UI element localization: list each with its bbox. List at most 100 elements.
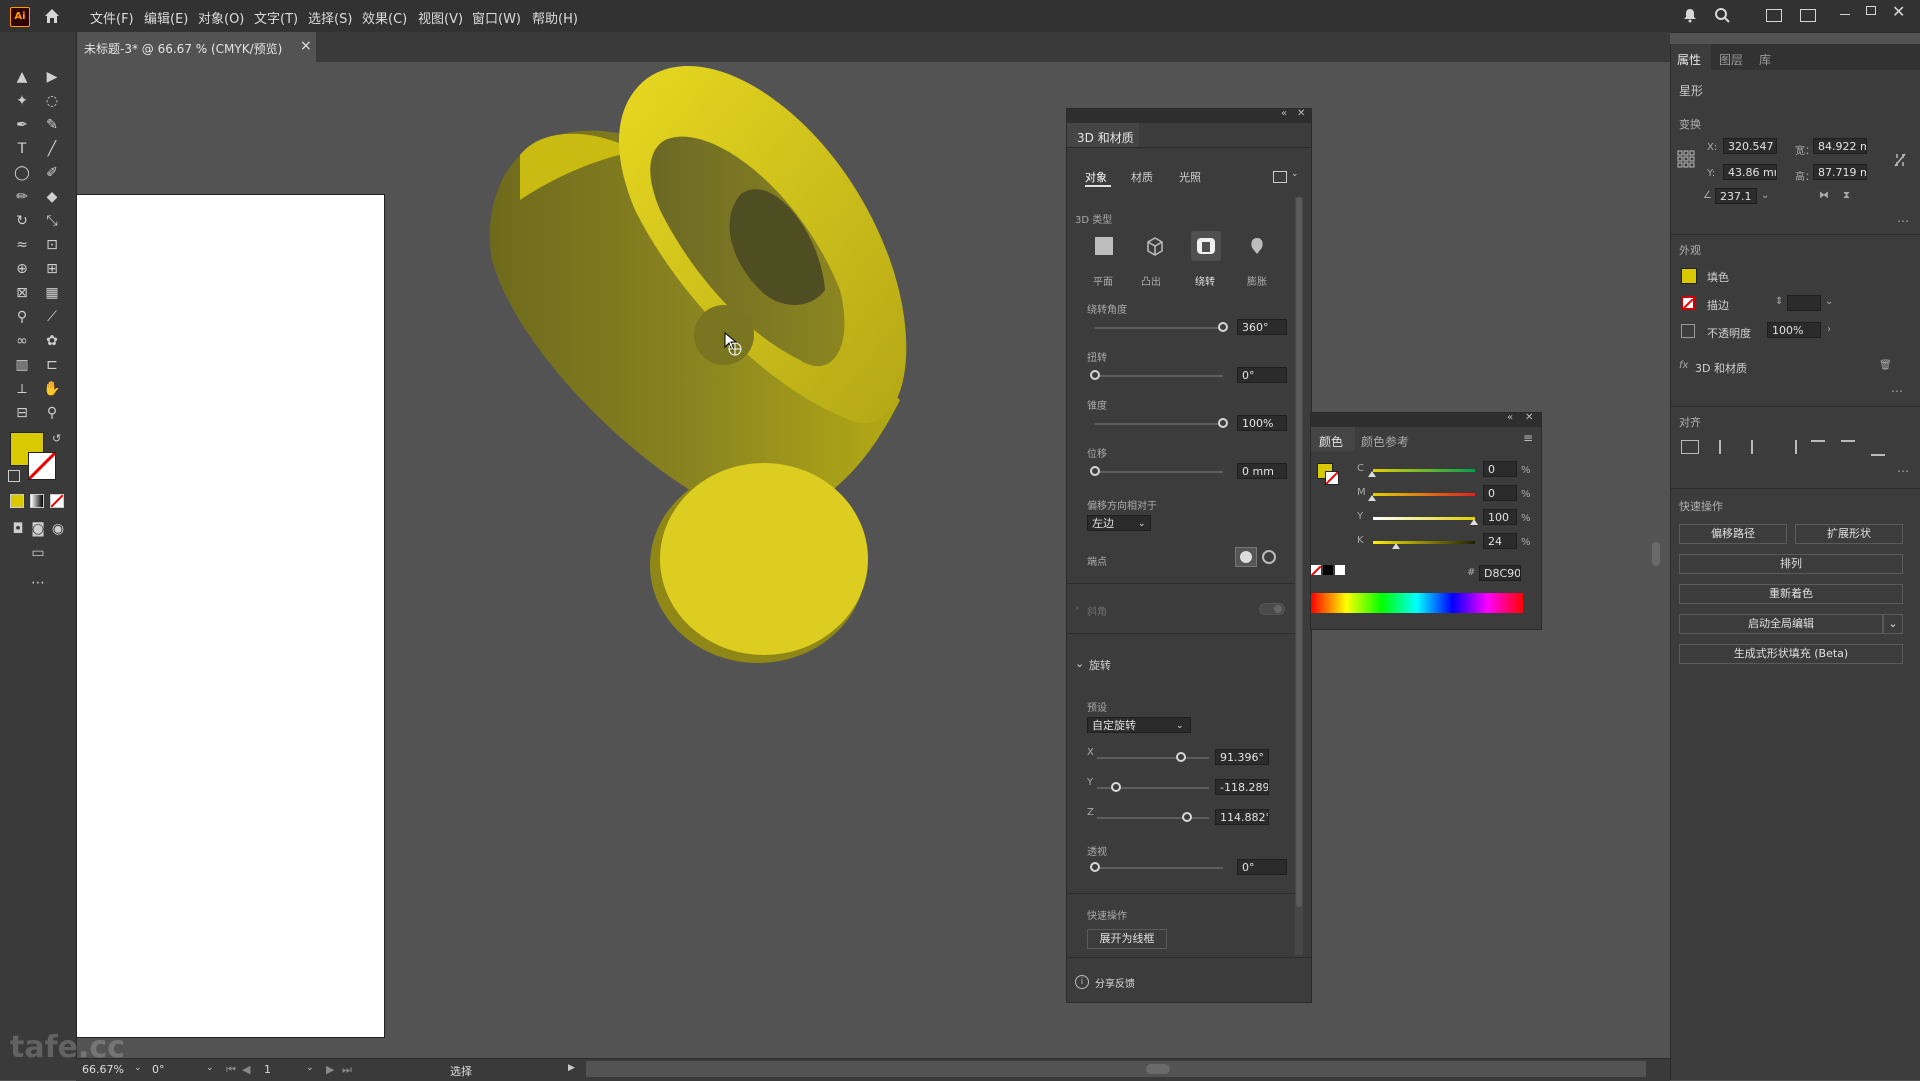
chevron-down-icon[interactable]: ⌄ [1761,190,1769,201]
expand-shape-button[interactable]: 扩展形状 [1795,524,1903,544]
panel-menu-icon[interactable]: ≡ [1523,431,1533,445]
3d-rotate-widget-icon[interactable] [728,342,742,356]
menu-object[interactable]: 对象(O) [198,8,244,27]
rotate-tool-icon[interactable]: ↻ [10,210,34,232]
tab-material[interactable]: 材质 [1131,169,1153,185]
more-options-icon[interactable]: ⋯ [1897,464,1909,478]
panel-title-bar[interactable]: « ✕ [1067,108,1311,123]
inflate-type-icon[interactable] [1249,237,1265,255]
taper-field[interactable]: 100% [1237,415,1287,431]
offset-field[interactable]: 0 mm [1237,463,1287,479]
canvas-horizontal-scrollbar[interactable] [586,1061,1646,1077]
pen-tool-icon[interactable]: ✒ [10,114,34,136]
rotate-x-knob[interactable] [1176,752,1186,762]
line-tool-icon[interactable]: ╱ [40,138,64,160]
paintbrush-icon[interactable]: ✐ [40,162,64,184]
rotate-x-field[interactable]: 91.396° [1215,749,1269,765]
twist-knob[interactable] [1090,370,1100,380]
measure-tool-icon[interactable]: ⟋ [40,306,64,328]
x-position-field[interactable]: 320.547 [1723,138,1777,154]
menu-select[interactable]: 选择(S) [308,8,352,27]
app-logo[interactable]: Ai [10,7,30,27]
menu-help[interactable]: 帮助(H) [532,8,578,27]
revolve-angle-field[interactable]: 360° [1237,319,1287,335]
more-tools-icon[interactable]: ⋯ [26,572,50,594]
warp-tool-icon[interactable]: ≈ [10,234,34,256]
width-field[interactable]: 84.922 m [1813,138,1867,154]
color-panel-title-bar[interactable]: « ✕ [1311,412,1541,427]
blend-tool-icon[interactable]: ∞ [10,330,34,352]
channel-m-thumb[interactable] [1368,495,1376,501]
chevron-right-icon[interactable]: › [1827,324,1831,335]
bevel-chevron-icon[interactable]: › [1075,603,1079,614]
magic-wand-icon[interactable]: ✦ [10,90,34,112]
revolve-angle-slider[interactable] [1095,327,1223,329]
more-options-icon[interactable]: ⋯ [1891,384,1903,398]
artboard[interactable] [76,194,385,1038]
zoom-tool-icon[interactable]: ⚲ [40,402,64,424]
symbol-sprayer-icon[interactable]: ✿ [40,330,64,352]
fill-color-swatch[interactable] [1681,268,1697,284]
tab-lighting[interactable]: 光照 [1179,169,1201,185]
channel-c-thumb[interactable] [1368,471,1376,477]
none-swatch[interactable] [1310,565,1322,577]
canvas-vertical-scrollbar[interactable] [1650,62,1662,1056]
rotation-angle-field[interactable]: 237.1 [1715,188,1757,204]
none-mode-icon[interactable] [50,494,64,508]
rotate-x-slider[interactable] [1097,757,1209,759]
plane-type-icon[interactable] [1095,237,1113,255]
chevron-down-icon[interactable]: ⌄ [134,1063,142,1073]
3d-revolved-object[interactable] [480,60,920,680]
channel-k-field[interactable]: 24 [1483,533,1517,549]
stroke-color-swatch[interactable] [1681,296,1695,310]
workspace-icon[interactable] [1800,9,1816,22]
applied-effect-link[interactable]: 3D 和材质 [1695,360,1747,376]
flip-vertical-icon[interactable]: ⧗ [1843,190,1850,201]
view-rotation-field[interactable]: 0° [152,1063,165,1076]
panel-scrollbar[interactable] [1295,197,1303,955]
constrain-proportions-icon[interactable] [1893,152,1907,167]
share-feedback-link[interactable]: 分享反馈 [1095,975,1135,990]
menu-window[interactable]: 窗口(W) [472,8,521,27]
hex-field[interactable]: D8C900 [1479,565,1521,581]
chevron-down-icon[interactable]: ⌄ [1825,296,1833,307]
channel-k-slider[interactable] [1373,541,1475,544]
black-swatch[interactable] [1323,565,1333,575]
maximize-icon[interactable] [1866,6,1876,15]
menu-effect[interactable]: 效果(C) [362,8,407,27]
hand-tool-icon[interactable]: ✋ [40,378,64,400]
tab-object[interactable]: 对象 [1085,169,1107,185]
bell-icon[interactable] [1682,7,1698,23]
graph-tool-icon[interactable]: ▥ [10,354,34,376]
tab-color-guide[interactable]: 颜色参考 [1361,433,1409,450]
mesh-tool-icon[interactable]: ⊠ [10,282,34,304]
fx-icon[interactable]: fx [1679,360,1688,371]
menu-view[interactable]: 视图(V) [418,8,463,27]
taper-slider[interactable] [1095,423,1223,425]
close-tab-icon[interactable]: × [300,38,312,54]
next-artboard-icon[interactable]: ▶ [326,1063,334,1076]
stroke-weight-stepper-icon[interactable]: ⇕ [1775,296,1783,307]
gradient-mode-icon[interactable] [30,494,44,508]
close-panel-icon[interactable]: ✕ [1297,108,1305,119]
home-icon[interactable] [42,6,62,26]
bevel-toggle[interactable] [1259,603,1285,615]
chevron-down-icon[interactable]: ⌄ [1291,169,1299,179]
align-bottom-icon[interactable] [1871,440,1885,456]
offset-direction-select[interactable]: 左边 ⌄ [1087,515,1151,531]
white-swatch[interactable] [1335,565,1345,575]
previous-artboard-icon[interactable]: ◀ [242,1063,250,1076]
first-artboard-icon[interactable]: ⏮ [226,1063,236,1077]
artboard-number-field[interactable]: 1 [264,1063,271,1076]
channel-k-thumb[interactable] [1392,543,1401,549]
tab-properties[interactable]: 属性 [1671,44,1711,70]
render-preview-icon[interactable] [1273,171,1287,183]
rotate-y-knob[interactable] [1111,782,1122,792]
cap-off-button[interactable] [1261,549,1277,565]
rotate-z-knob[interactable] [1181,812,1192,822]
rotate-z-slider[interactable] [1097,817,1209,819]
perspective-knob[interactable] [1090,862,1100,872]
channel-y-field[interactable]: 100 [1483,509,1517,525]
y-position-field[interactable]: 43.86 mm [1723,164,1777,180]
arrange-documents-icon[interactable] [1766,9,1782,22]
